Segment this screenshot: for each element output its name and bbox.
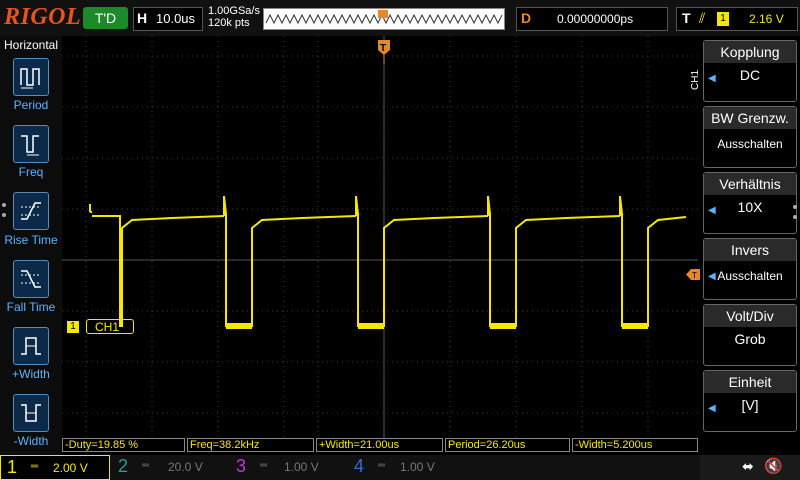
ch2-status[interactable]: 2 ═ 20.0 V <box>112 455 222 480</box>
neg-width-icon <box>21 404 41 422</box>
coupling-softkey[interactable]: Kopplung ◀ DC <box>703 40 797 102</box>
period-button[interactable] <box>13 58 49 96</box>
ch2-number: 2 <box>118 456 129 476</box>
dc-coupling-icon: ═ <box>260 460 268 471</box>
svg-text:T: T <box>692 271 697 280</box>
menu-page-dot <box>2 213 6 217</box>
graticule <box>62 36 698 438</box>
invert-softkey[interactable]: Invers ◀ Ausschalten <box>703 238 797 300</box>
ch2-scale: 20.0 V <box>168 460 203 474</box>
trigger-marker-label: T <box>379 43 387 54</box>
menu-page-dot <box>2 203 6 207</box>
softkey-page-dot <box>793 215 797 219</box>
trigger-source: 1 <box>717 12 729 26</box>
waveform-display[interactable] <box>62 36 698 438</box>
ch1-waveform <box>89 195 687 327</box>
ch4-status[interactable]: 4 ═ 1.00 V <box>344 455 454 480</box>
speaker-muted-icon[interactable]: 🔇 <box>764 457 783 475</box>
fall-time-icon <box>21 270 41 288</box>
period-label: Period <box>13 98 49 112</box>
delay-label: D <box>521 10 532 26</box>
fall-time-button[interactable] <box>13 260 49 298</box>
invert-value: Ausschalten <box>717 269 783 283</box>
trigger-box[interactable]: T ⫽ 1 2.16 V <box>676 7 798 31</box>
rise-time-icon <box>21 202 41 220</box>
rise-time-button[interactable] <box>13 192 49 230</box>
coupling-value: DC <box>739 67 761 83</box>
dc-coupling-icon: ═ <box>142 460 150 471</box>
probe-ratio-title: Verhältnis <box>704 173 796 195</box>
measurement-pos-width[interactable]: +Width=21.00us <box>316 438 443 452</box>
unit-softkey[interactable]: Einheit ◀ [V] <box>703 370 797 432</box>
delay-value: 0.00000000ps <box>557 12 634 26</box>
measurement-neg-width[interactable]: -Width=5.200us <box>572 438 698 452</box>
dc-coupling-icon: ═ <box>31 461 39 472</box>
ch1-number: 1 <box>7 457 18 477</box>
ch3-scale: 1.00 V <box>284 460 319 474</box>
dc-coupling-icon: ═ <box>378 460 386 471</box>
volts-div-value: Grob <box>734 331 766 347</box>
horizontal-menu-title: Horizontal <box>3 38 59 52</box>
ch1-offset-marker[interactable]: 1 <box>67 321 79 333</box>
measurement-period[interactable]: Period=26.20us <box>445 438 570 452</box>
freq-icon <box>21 135 39 156</box>
freq-button[interactable] <box>13 125 49 163</box>
trigger-level-arrow-icon: T <box>686 269 700 280</box>
pos-width-icon <box>21 337 41 355</box>
ch4-scale: 1.00 V <box>400 460 435 474</box>
bw-limit-title: BW Grenzw. <box>704 107 796 129</box>
neg-width-button[interactable] <box>13 394 49 432</box>
volts-div-title: Volt/Div <box>704 305 796 327</box>
sample-rate: 1.00GSa/s <box>208 5 260 17</box>
ch1-scale: 2.00 V <box>53 461 88 475</box>
neg-width-label: -Width <box>13 434 49 448</box>
ch3-status[interactable]: 3 ═ 1.00 V <box>228 455 338 480</box>
ch4-number: 4 <box>354 456 365 476</box>
rise-time-label: Rise Time <box>4 233 58 247</box>
softkey-page-dot <box>793 205 797 209</box>
bw-limit-value: Ausschalten <box>717 137 783 151</box>
usb-icon[interactable]: ⬌ <box>742 458 754 475</box>
timebase-box[interactable]: H 10.0us <box>133 7 203 31</box>
measurement-neg-duty[interactable]: -Duty=19.85 % <box>62 438 185 452</box>
trigger-level-marker[interactable]: T <box>686 267 700 280</box>
memory-overview-waveform <box>265 10 503 25</box>
memory-trigger-marker <box>378 10 388 18</box>
rising-edge-icon: ⫽ <box>699 10 706 26</box>
pos-width-label: +Width <box>12 367 50 381</box>
ch1-status[interactable]: 1 ═ 2.00 V <box>0 455 110 480</box>
timebase-value: 10.0us <box>156 11 196 26</box>
ch1-side-tab: CH1 <box>690 70 701 91</box>
trigger-level: 2.16 V <box>749 12 784 26</box>
trigger-label: T <box>682 10 691 26</box>
acquisition-info: 1.00GSa/s 120k pts <box>208 5 260 29</box>
unit-value: [V] <box>741 397 759 413</box>
invert-title: Invers <box>704 239 796 261</box>
probe-ratio-value: 10X <box>737 199 763 215</box>
ch1-label-tag: CH1 <box>86 319 134 334</box>
delay-box[interactable]: D 0.00000000ps <box>516 7 668 31</box>
unit-title: Einheit <box>704 371 796 393</box>
period-icon <box>20 68 40 89</box>
measurement-freq[interactable]: Freq=38.2kHz <box>187 438 314 452</box>
system-status-area: ⬌ 🔇 <box>700 455 800 480</box>
fall-time-label: Fall Time <box>6 300 56 314</box>
ch3-number: 3 <box>236 456 247 476</box>
probe-ratio-softkey[interactable]: Verhältnis ◀ 10X <box>703 172 797 234</box>
run-state-badge[interactable]: T'D <box>83 7 128 29</box>
timebase-label: H <box>137 10 148 26</box>
pos-width-button[interactable] <box>13 327 49 365</box>
volts-div-softkey[interactable]: Volt/Div Grob <box>703 304 797 366</box>
memory-depth: 120k pts <box>208 17 250 29</box>
memory-overview[interactable] <box>263 8 505 30</box>
coupling-title: Kopplung <box>704 41 796 63</box>
bw-limit-softkey[interactable]: BW Grenzw. Ausschalten <box>703 106 797 168</box>
brand-logo: RIGOL <box>4 4 82 30</box>
freq-label: Freq <box>18 165 44 179</box>
